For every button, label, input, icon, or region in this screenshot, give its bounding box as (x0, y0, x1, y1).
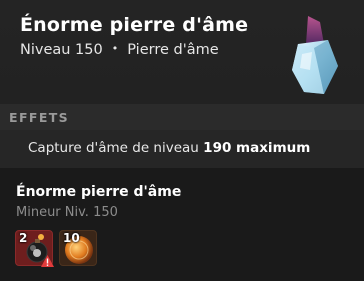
effect-value: 190 maximum (203, 140, 311, 156)
item-header: Énorme pierre d'âme Niveau 150 • Pierre d'… (0, 0, 364, 104)
effects-section-header: EFFETS (0, 104, 364, 130)
ingredient-slot[interactable]: 2 (15, 230, 54, 267)
ingredient-quantity: 2 (19, 231, 28, 245)
item-type: Pierre d'âme (127, 42, 219, 58)
effects-label: EFFETS (9, 110, 70, 125)
effect-text: Capture d'âme de niveau 190 maximum (28, 140, 310, 156)
ingredient-slot[interactable]: 10 (59, 230, 97, 266)
effect-row: Capture d'âme de niveau 190 maximum (0, 130, 364, 168)
recipe-job-level: Mineur Niv. 150 (16, 205, 118, 220)
recipe-title: Énorme pierre d'âme (16, 184, 182, 200)
ingredient-quantity: 10 (63, 231, 80, 245)
item-level: Niveau 150 (20, 42, 103, 58)
effect-prefix: Capture d'âme de niveau (28, 140, 199, 156)
separator-dot: • (111, 42, 119, 55)
item-subline: Niveau 150 • Pierre d'âme (20, 42, 219, 58)
divider (0, 168, 364, 176)
warning-icon (41, 255, 54, 267)
item-name: Énorme pierre d'âme (20, 14, 249, 36)
soul-stone-crystal-icon (292, 16, 338, 94)
